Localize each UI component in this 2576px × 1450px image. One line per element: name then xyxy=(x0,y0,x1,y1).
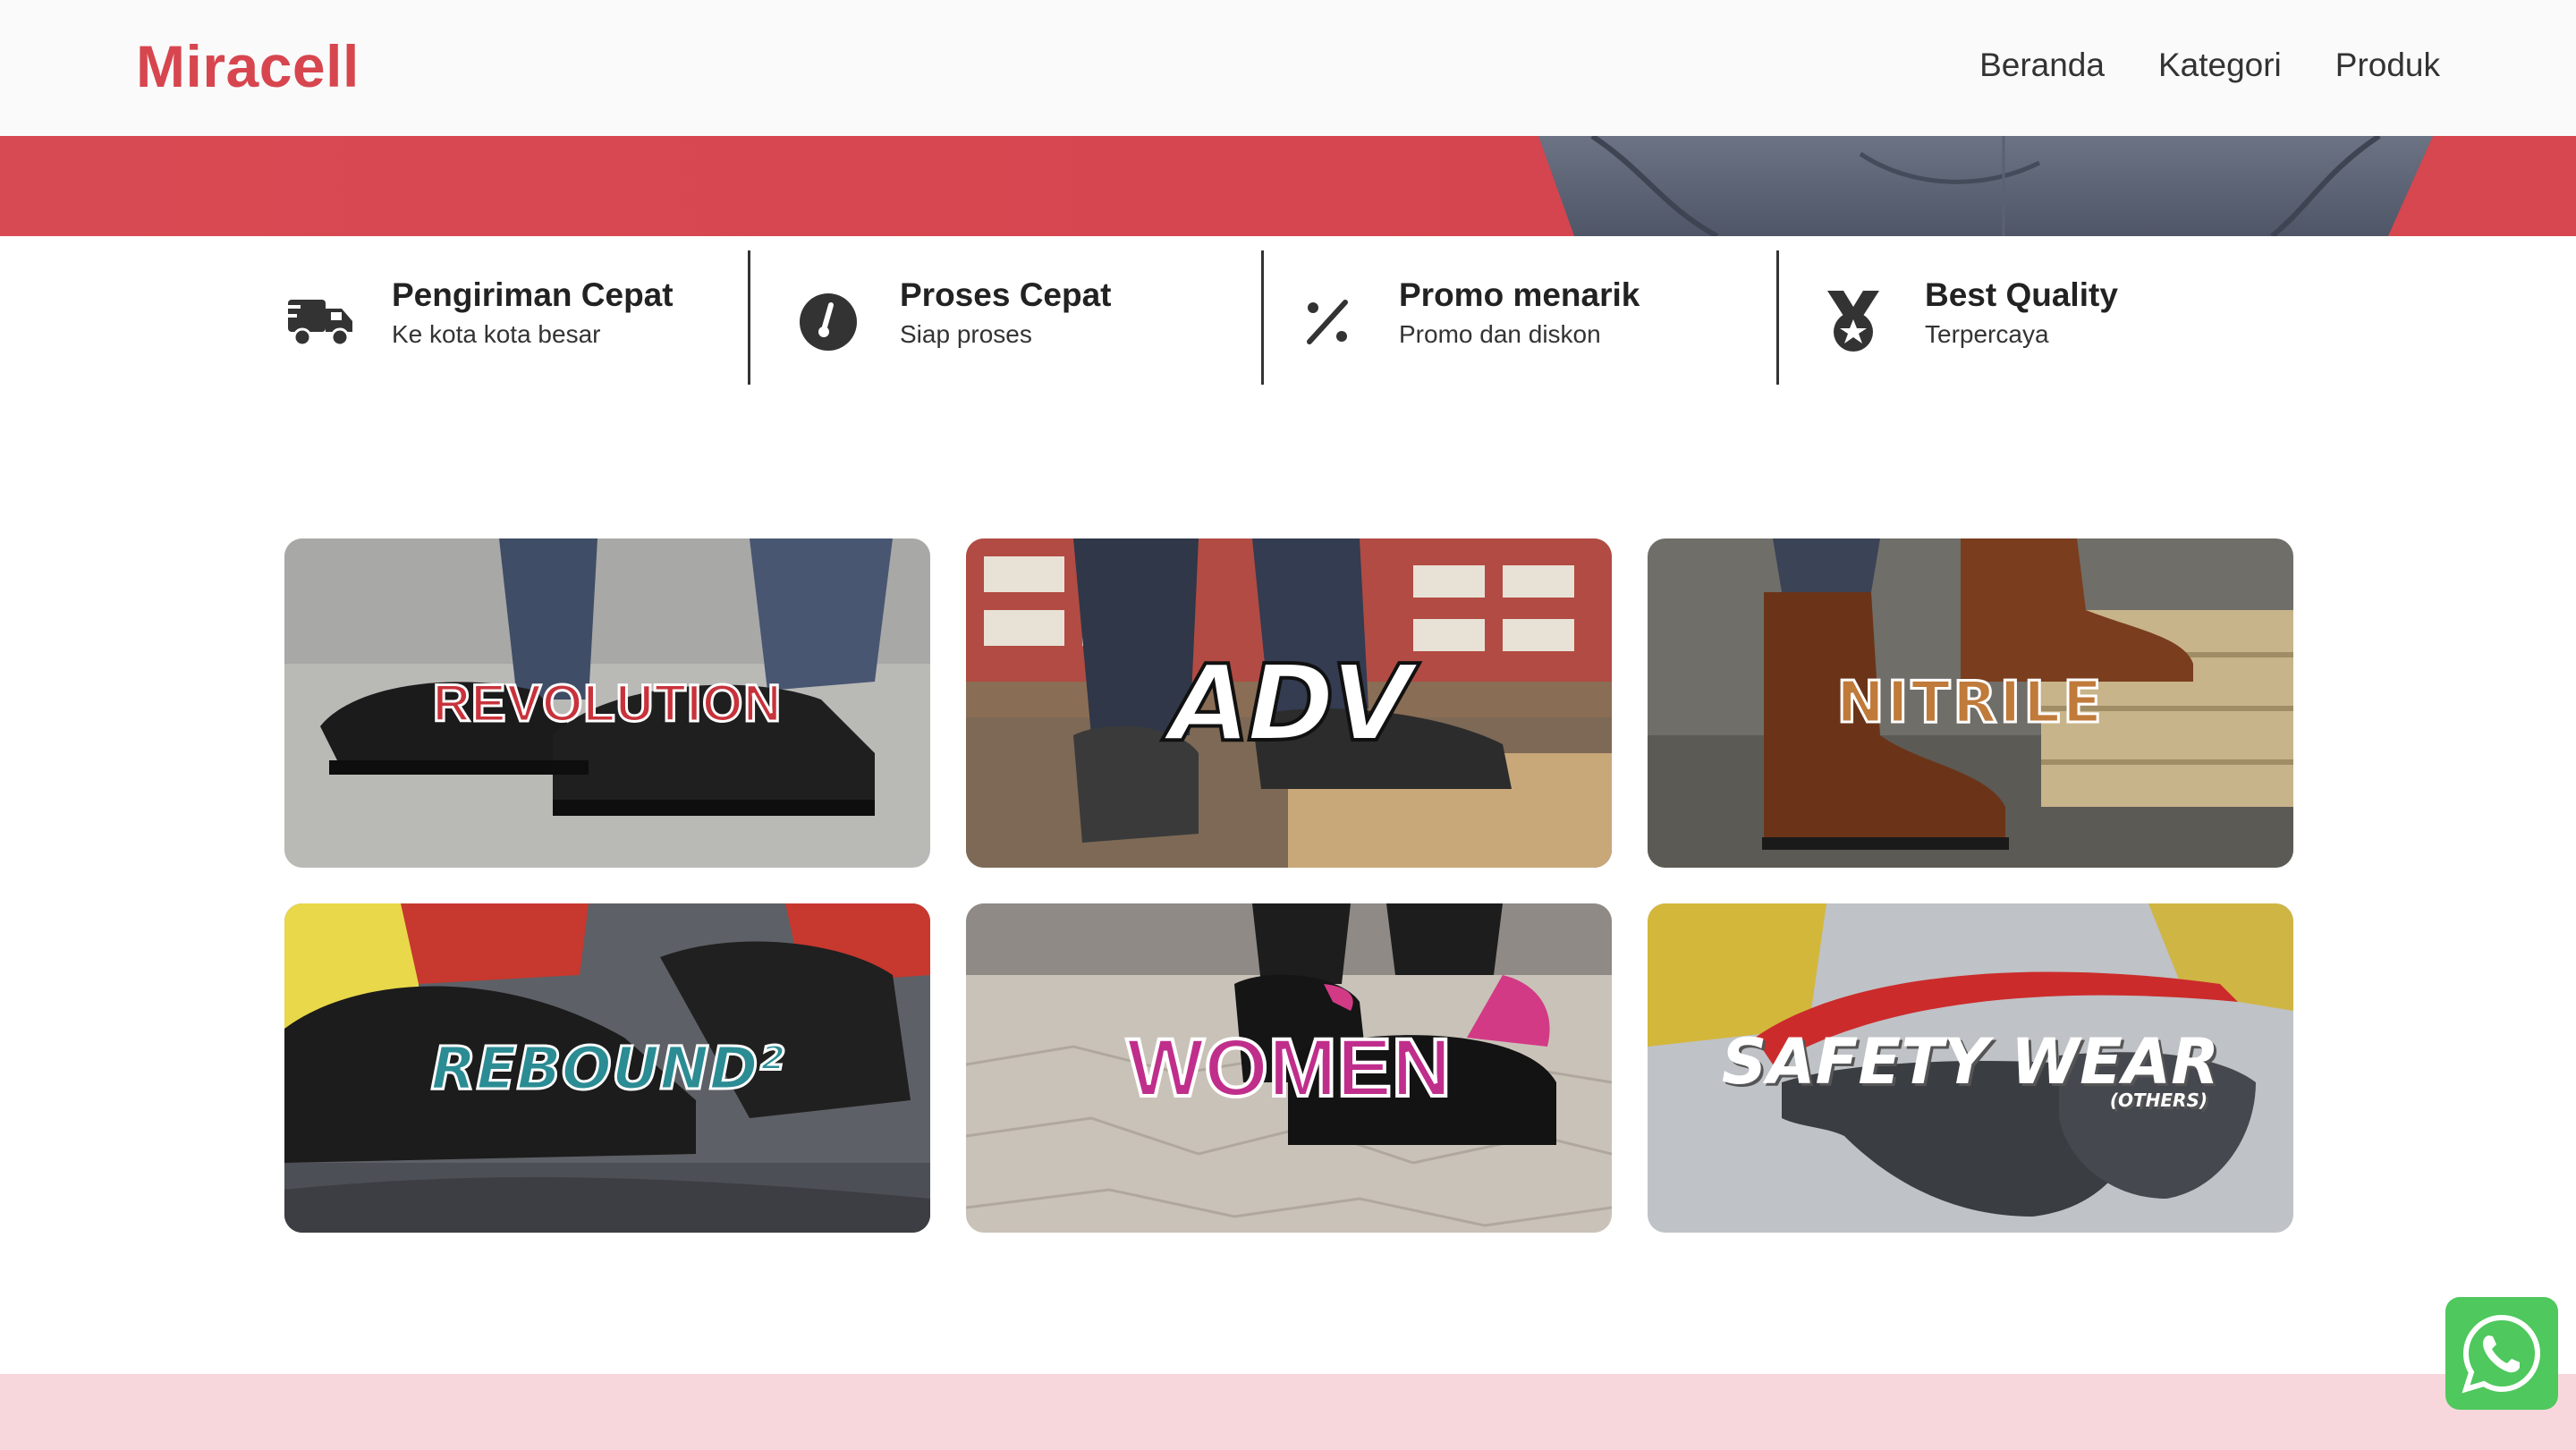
medal-icon xyxy=(1816,284,1891,360)
nav-kategori[interactable]: Kategori xyxy=(2158,47,2282,84)
category-label: REVOLUTION xyxy=(431,673,783,733)
hero-person-image xyxy=(1538,136,2433,236)
feature-process: Proses Cepat Siap proses xyxy=(791,276,1112,360)
category-label: SAFETY WEAR (OTHERS) xyxy=(1648,903,2293,1233)
footer-strip xyxy=(0,1374,2576,1450)
category-label: NITRILE xyxy=(1835,669,2105,738)
nav-beranda[interactable]: Beranda xyxy=(1979,47,2105,84)
category-card-revolution[interactable]: REVOLUTION xyxy=(284,538,930,868)
site-header: Miracell Beranda Kategori Produk xyxy=(0,0,2576,136)
gauge-icon xyxy=(791,284,866,360)
feature-divider xyxy=(1261,250,1264,385)
truck-icon xyxy=(283,284,358,360)
feature-subtitle: Siap proses xyxy=(900,320,1032,348)
category-card-nitrile[interactable]: NITRILE xyxy=(1648,538,2293,868)
category-card-adv[interactable]: ADV xyxy=(966,538,1612,868)
feature-shipping: Pengiriman Cepat Ke kota kota besar xyxy=(283,276,674,360)
feature-subtitle: Promo dan diskon xyxy=(1399,320,1601,348)
category-card-rebound[interactable]: REBOUND² xyxy=(284,903,930,1233)
feature-promo: Promo menarik Promo dan diskon xyxy=(1290,276,1640,360)
category-label: REBOUND² xyxy=(429,1032,785,1104)
whatsapp-button[interactable] xyxy=(2445,1297,2558,1410)
category-sublabel: (OTHERS) xyxy=(2109,1090,2207,1111)
category-label-main: SAFETY WEAR xyxy=(1721,1025,2220,1098)
whatsapp-icon xyxy=(2462,1314,2541,1394)
percent-icon xyxy=(1290,284,1365,360)
feature-title: Proses Cepat xyxy=(900,276,1112,313)
category-grid: REVOLUTION ADV NITRILE REBOUND² WOMEN SA… xyxy=(284,538,2293,1233)
feature-quality: Best Quality Terpercaya xyxy=(1816,276,2118,360)
category-card-women[interactable]: WOMEN xyxy=(966,903,1612,1233)
feature-strip: Pengiriman Cepat Ke kota kota besar Pros… xyxy=(0,236,2576,388)
feature-title: Best Quality xyxy=(1925,276,2118,313)
site-logo[interactable]: Miracell xyxy=(136,32,360,100)
nav-produk[interactable]: Produk xyxy=(2335,47,2440,84)
category-card-safety-wear[interactable]: SAFETY WEAR (OTHERS) xyxy=(1648,903,2293,1233)
hero-banner xyxy=(0,136,2576,236)
category-label: ADV xyxy=(1167,640,1415,767)
feature-title: Pengiriman Cepat xyxy=(392,276,674,313)
feature-subtitle: Terpercaya xyxy=(1925,320,2049,348)
feature-subtitle: Ke kota kota besar xyxy=(392,320,601,348)
feature-divider xyxy=(1776,250,1779,385)
feature-divider xyxy=(748,250,750,385)
main-nav: Beranda Kategori Produk xyxy=(1979,47,2440,84)
feature-title: Promo menarik xyxy=(1399,276,1640,313)
category-label: WOMEN xyxy=(1125,1021,1453,1115)
